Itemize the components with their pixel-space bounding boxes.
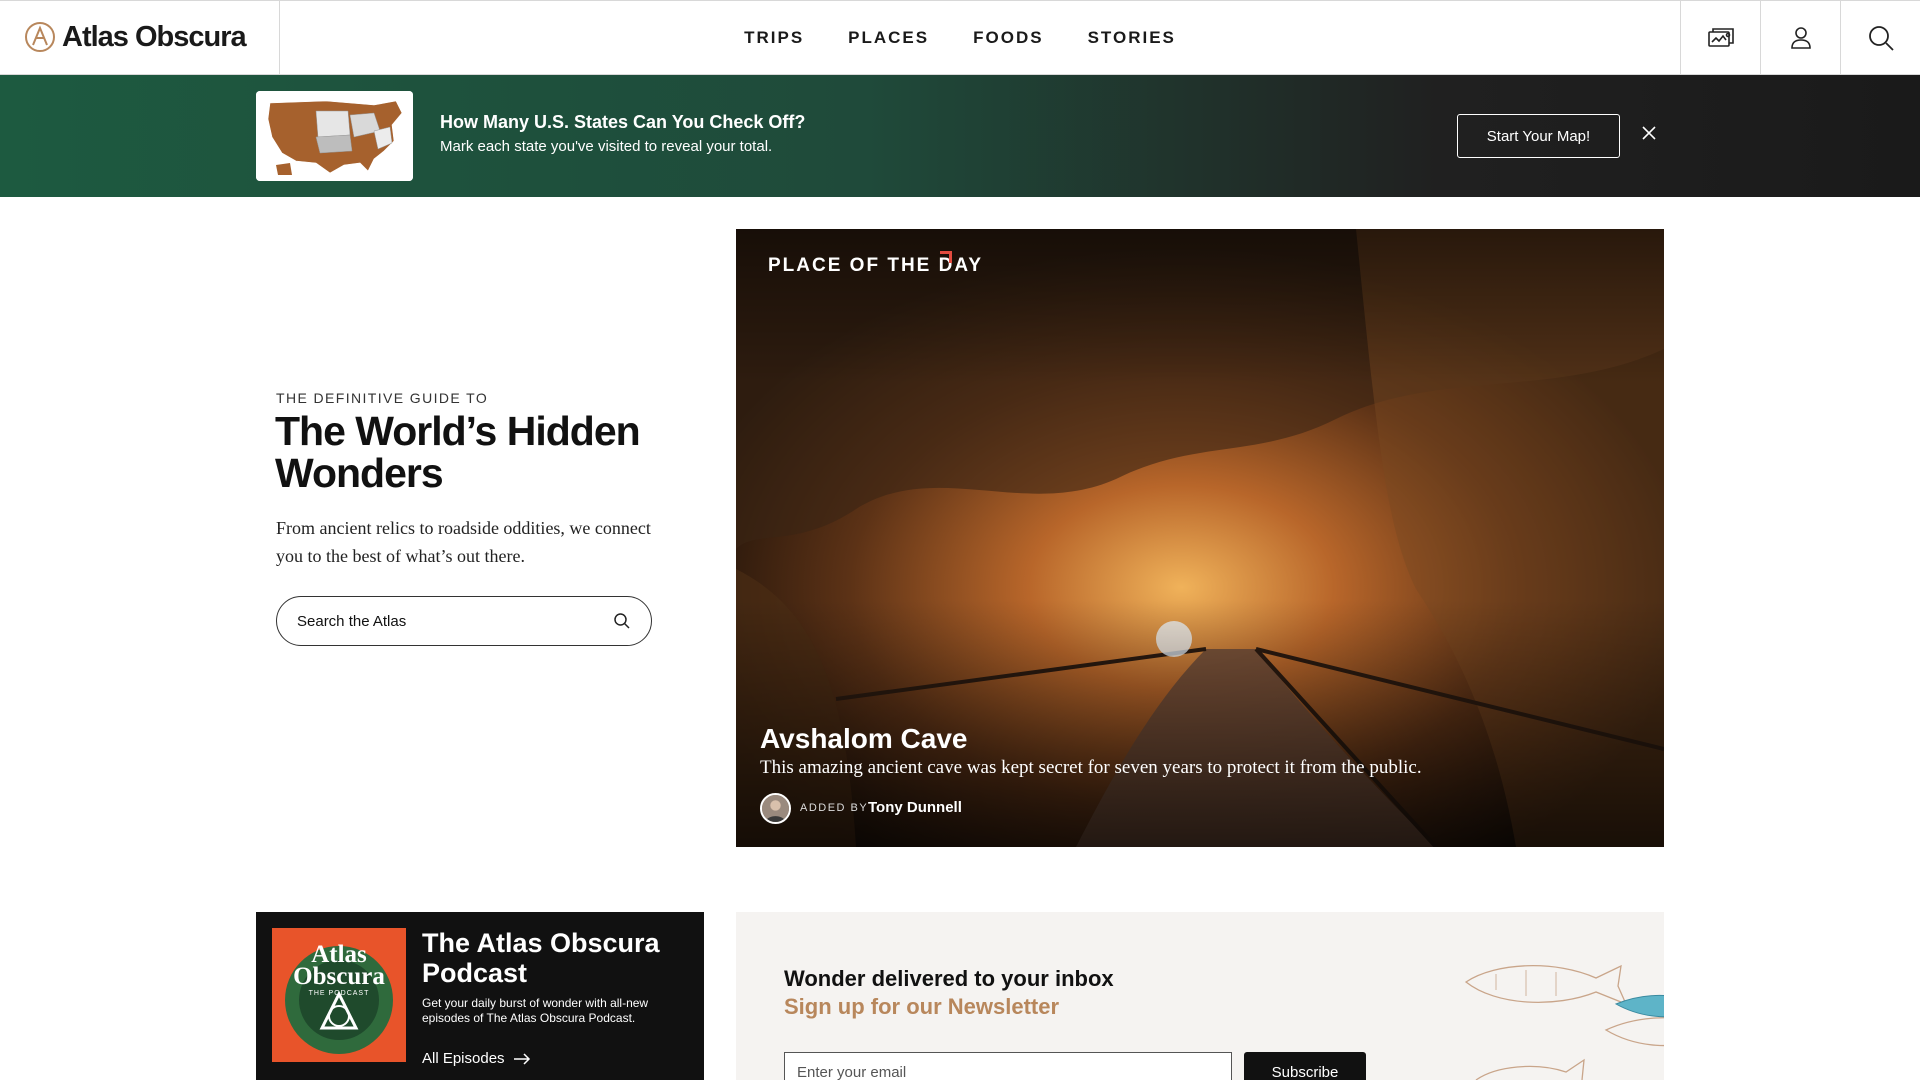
place-name[interactable]: Avshalom Cave: [760, 723, 968, 755]
account-button[interactable]: [1760, 1, 1840, 75]
search-icon[interactable]: [613, 612, 631, 630]
place-of-the-day-card[interactable]: PLACE OF THE DAY Avshalom Cave This amaz…: [736, 229, 1664, 847]
map-card-icon: [1707, 28, 1734, 47]
fish-illustration: [1464, 964, 1664, 1080]
newsletter-title: Wonder delivered to your inbox: [784, 966, 1114, 991]
arrow-right-icon: [513, 1052, 530, 1065]
subscribe-button[interactable]: Subscribe: [1244, 1052, 1366, 1080]
logo-text: Atlas Obscura: [62, 20, 247, 53]
author-name[interactable]: Tony Dunnell: [868, 799, 962, 816]
podcast-card[interactable]: Atlas Obscura THE PODCAST The Atlas Obsc…: [256, 912, 704, 1080]
site-header: Atlas Obscura TRIPS PLACES FOODS STORIES: [0, 0, 1920, 75]
atlas-search-input[interactable]: [297, 612, 613, 630]
start-map-button[interactable]: Start Your Map!: [1457, 114, 1620, 158]
banner-subtitle: Mark each state you've visited to reveal…: [440, 138, 773, 155]
atlas-search: [276, 596, 652, 646]
nav-trips[interactable]: TRIPS: [744, 28, 804, 48]
all-episodes-link[interactable]: All Episodes: [422, 1050, 531, 1067]
banner-title: How Many U.S. States Can You Check Off?: [440, 112, 806, 132]
close-icon[interactable]: [1640, 124, 1658, 142]
hero-title: The World’s Hidden Wonders: [275, 408, 641, 496]
place-description: This amazing ancient cave was kept secre…: [760, 757, 1422, 778]
header-actions: [1680, 1, 1920, 75]
map-card-button[interactable]: [1680, 1, 1760, 75]
podcast-cover[interactable]: Atlas Obscura THE PODCAST: [272, 928, 406, 1062]
site-logo[interactable]: Atlas Obscura: [24, 19, 247, 55]
main-nav: TRIPS PLACES FOODS STORIES: [0, 1, 1920, 75]
search-button[interactable]: [1840, 1, 1920, 75]
hero-eyebrow: THE DEFINITIVE GUIDE TO: [276, 390, 489, 406]
nav-foods[interactable]: FOODS: [973, 28, 1043, 48]
header-divider: [279, 1, 280, 75]
newsletter-subtitle: Sign up for our Newsletter: [784, 994, 1060, 1019]
podcast-description: Get your daily burst of wonder with all-…: [422, 996, 649, 1025]
nav-places[interactable]: PLACES: [848, 28, 929, 48]
search-icon: [1868, 26, 1894, 51]
podcast-title[interactable]: The Atlas Obscura Podcast: [422, 928, 692, 988]
author-avatar[interactable]: [760, 793, 791, 824]
us-map-thumbnail[interactable]: [256, 91, 413, 181]
newsletter-section: Wonder delivered to your inbox Sign up f…: [736, 912, 1664, 1080]
podcast-cover-title: Atlas Obscura: [293, 941, 385, 990]
nav-stories[interactable]: STORIES: [1088, 28, 1176, 48]
user-icon: [1790, 27, 1811, 49]
atlas-logo-icon: [25, 22, 55, 52]
hero-description: From ancient relics to roadside oddities…: [276, 518, 651, 566]
promo-banner: How Many U.S. States Can You Check Off? …: [0, 75, 1920, 197]
all-episodes-label: All Episodes: [422, 1050, 505, 1067]
podcast-cover-subtitle: THE PODCAST: [308, 990, 370, 997]
email-input[interactable]: [784, 1052, 1232, 1080]
added-by-label: ADDED BY: [800, 802, 869, 814]
corner-accent: [940, 251, 952, 263]
